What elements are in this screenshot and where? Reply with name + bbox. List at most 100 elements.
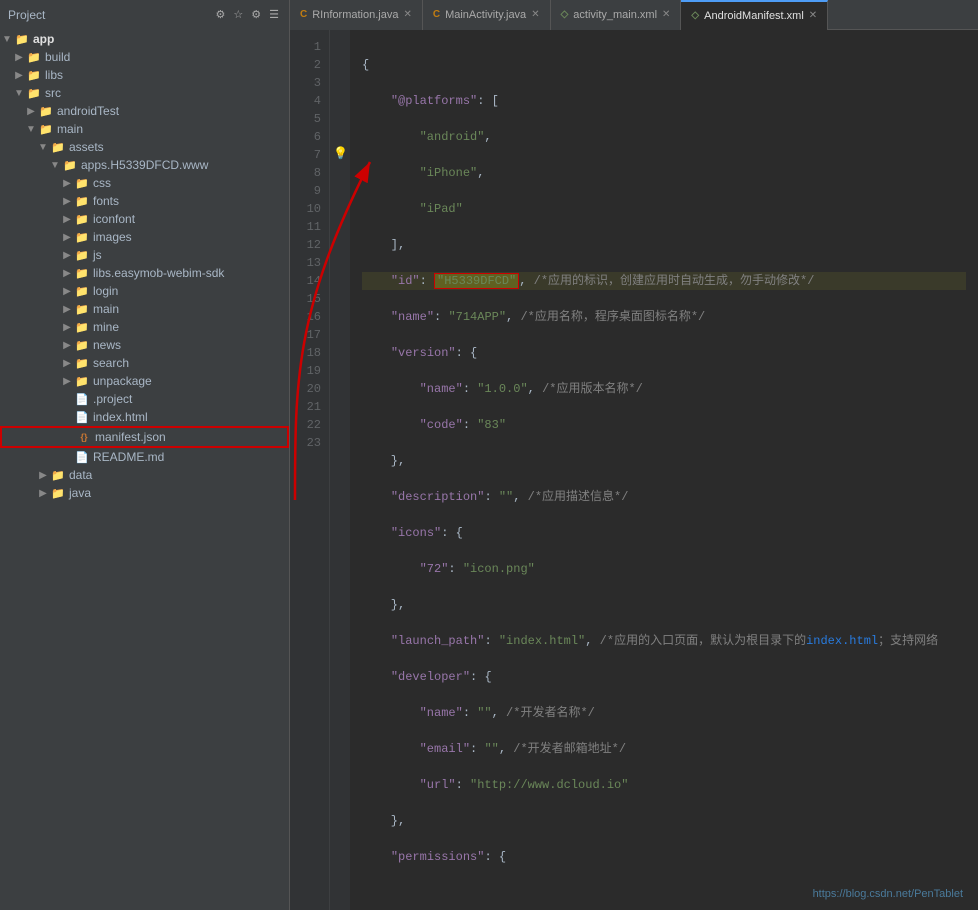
tree-item-java[interactable]: ▶ 📁 java bbox=[0, 484, 289, 502]
tree-item-libs[interactable]: ▶ 📁 libs bbox=[0, 66, 289, 84]
tree-item-js[interactable]: ▶ 📁 js bbox=[0, 246, 289, 264]
bulb-icon[interactable]: 💡 bbox=[333, 146, 348, 161]
tree-label-manifestjson: manifest.json bbox=[92, 430, 287, 444]
tree-item-main2[interactable]: ▶ 📁 main bbox=[0, 300, 289, 318]
code-line-18: "developer": { bbox=[362, 668, 966, 686]
arrow-js: ▶ bbox=[60, 250, 74, 261]
code-line-11: "code": "83" bbox=[362, 416, 966, 434]
tree-item-manifestjson[interactable]: ▶ {} manifest.json bbox=[0, 426, 289, 448]
xml-icon-activity: ◇ bbox=[561, 9, 569, 20]
file-icon-readmemd: 📄 bbox=[74, 451, 90, 464]
tab-activity[interactable]: ◇ activity_main.xml ✕ bbox=[551, 0, 682, 30]
close-manifest[interactable]: ✕ bbox=[809, 10, 817, 21]
tree-item-indexhtml[interactable]: ▶ 📄 index.html bbox=[0, 408, 289, 426]
tree-label-app: app bbox=[30, 32, 289, 46]
file-icon-indexhtml: 📄 bbox=[74, 411, 90, 424]
code-line-16: }, bbox=[362, 596, 966, 614]
java-icon-rinfo: C bbox=[300, 9, 307, 20]
code-line-15: "72": "icon.png" bbox=[362, 560, 966, 578]
tree-item-libs-easy[interactable]: ▶ 📁 libs.easymob-webim-sdk bbox=[0, 264, 289, 282]
tree-item-css[interactable]: ▶ 📁 css bbox=[0, 174, 289, 192]
arrow-main: ▼ bbox=[24, 124, 38, 135]
tree-item-unpackage[interactable]: ▶ 📁 unpackage bbox=[0, 372, 289, 390]
folder-icon-apps: 📁 bbox=[62, 159, 78, 172]
code-line-9: "version": { bbox=[362, 344, 966, 362]
close-main[interactable]: ✕ bbox=[531, 9, 539, 20]
tree-item-fonts[interactable]: ▶ 📁 fonts bbox=[0, 192, 289, 210]
tab-rinfo[interactable]: C RInformation.java ✕ bbox=[290, 0, 423, 30]
tab-activity-label: activity_main.xml bbox=[573, 9, 657, 21]
tree-label-mine: mine bbox=[90, 320, 289, 334]
arrow-app: ▼ bbox=[0, 34, 14, 45]
tree-label-fonts: fonts bbox=[90, 194, 289, 208]
tree-label-main: main bbox=[54, 122, 289, 136]
tree-label-apps: apps.H5339DFCD.www bbox=[78, 158, 289, 172]
tree-label-androidtest: androidTest bbox=[54, 104, 289, 118]
folder-icon-data: 📁 bbox=[50, 469, 66, 482]
folder-icon-mine: 📁 bbox=[74, 321, 90, 334]
editor-area[interactable]: 1 2 3 4 5 6 7 8 9 10 11 12 13 14 15 16 1 bbox=[290, 30, 978, 910]
tree-label-iconfont: iconfont bbox=[90, 212, 289, 226]
tree-item-dotproject[interactable]: ▶ 📄 .project bbox=[0, 390, 289, 408]
tree-label-unpackage: unpackage bbox=[90, 374, 289, 388]
arrow-libs: ▶ bbox=[12, 70, 26, 81]
tab-manifest[interactable]: ◇ AndroidManifest.xml ✕ bbox=[681, 0, 828, 30]
folder-icon-androidtest: 📁 bbox=[38, 105, 54, 118]
arrow-libs-easy: ▶ bbox=[60, 268, 74, 279]
tree-item-readmemd[interactable]: ▶ 📄 README.md bbox=[0, 448, 289, 466]
tree-label-libs-easy: libs.easymob-webim-sdk bbox=[90, 266, 289, 280]
xml-icon-manifest: ◇ bbox=[691, 10, 699, 21]
panel-icons: ⚙ ☆ ⚙ ☰ bbox=[214, 6, 282, 24]
tree-item-src[interactable]: ▼ 📁 src bbox=[0, 84, 289, 102]
tree-item-search[interactable]: ▶ 📁 search bbox=[0, 354, 289, 372]
tree-item-build[interactable]: ▶ 📁 build bbox=[0, 48, 289, 66]
tree-item-news[interactable]: ▶ 📁 news bbox=[0, 336, 289, 354]
folder-icon-app: 📁 bbox=[14, 33, 30, 46]
folder-icon-login: 📁 bbox=[74, 285, 90, 298]
tree-label-assets: assets bbox=[66, 140, 289, 154]
gear-icon-1[interactable]: ⚙ bbox=[214, 6, 228, 24]
java-icon-main: C bbox=[433, 9, 440, 20]
code-line-6: ], bbox=[362, 236, 966, 254]
project-panel-header: Project ⚙ ☆ ⚙ ☰ bbox=[0, 0, 290, 30]
folder-icon-css: 📁 bbox=[74, 177, 90, 190]
code-line-23: "permissions": { bbox=[362, 848, 966, 866]
tree-item-images[interactable]: ▶ 📁 images bbox=[0, 228, 289, 246]
tree-item-data[interactable]: ▶ 📁 data bbox=[0, 466, 289, 484]
tree-item-apps[interactable]: ▼ 📁 apps.H5339DFCD.www bbox=[0, 156, 289, 174]
close-activity[interactable]: ✕ bbox=[662, 9, 670, 20]
folder-icon-src: 📁 bbox=[26, 87, 42, 100]
tree-label-libs: libs bbox=[42, 68, 289, 82]
folder-icon-java: 📁 bbox=[50, 487, 66, 500]
tree-item-mine[interactable]: ▶ 📁 mine bbox=[0, 318, 289, 336]
gutter: 💡 bbox=[330, 30, 350, 910]
folder-icon-search: 📁 bbox=[74, 357, 90, 370]
tree-label-build: build bbox=[42, 50, 289, 64]
arrow-login: ▶ bbox=[60, 286, 74, 297]
tree-label-java: java bbox=[66, 486, 289, 500]
tree-label-login: login bbox=[90, 284, 289, 298]
tree-item-assets[interactable]: ▼ 📁 assets bbox=[0, 138, 289, 156]
tree-label-news: news bbox=[90, 338, 289, 352]
tree-item-login[interactable]: ▶ 📁 login bbox=[0, 282, 289, 300]
tree-item-iconfont[interactable]: ▶ 📁 iconfont bbox=[0, 210, 289, 228]
tree-label-dotproject: .project bbox=[90, 392, 289, 406]
close-rinfo[interactable]: ✕ bbox=[403, 9, 411, 20]
tab-main[interactable]: C MainActivity.java ✕ bbox=[423, 0, 551, 30]
file-icon-dotproject: 📄 bbox=[74, 393, 90, 406]
arrow-main2: ▶ bbox=[60, 304, 74, 315]
tree-item-app[interactable]: ▼ 📁 app bbox=[0, 30, 289, 48]
tree-item-androidtest[interactable]: ▶ 📁 androidTest bbox=[0, 102, 289, 120]
gear-icon-2[interactable]: ⚙ bbox=[249, 6, 263, 24]
star-icon-1[interactable]: ☆ bbox=[231, 6, 245, 24]
folder-icon-main: 📁 bbox=[38, 123, 54, 136]
tree-label-css: css bbox=[90, 176, 289, 190]
arrow-src: ▼ bbox=[12, 88, 26, 99]
arrow-java: ▶ bbox=[36, 488, 50, 499]
arrow-apps: ▼ bbox=[48, 160, 62, 171]
file-icon-manifestjson: {} bbox=[76, 432, 92, 442]
collapse-icon[interactable]: ☰ bbox=[267, 6, 281, 24]
tree-item-main[interactable]: ▼ 📁 main bbox=[0, 120, 289, 138]
folder-icon-build: 📁 bbox=[26, 51, 42, 64]
tab-main-label: MainActivity.java bbox=[445, 9, 526, 21]
